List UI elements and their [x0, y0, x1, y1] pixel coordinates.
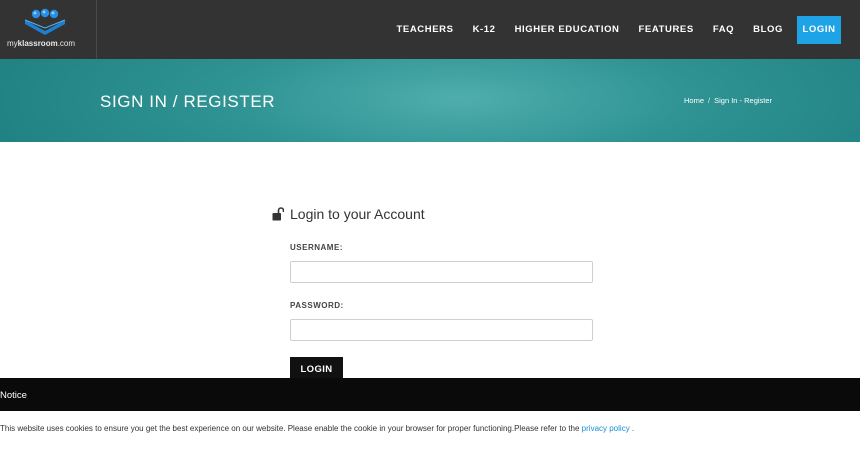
nav-teachers[interactable]: TEACHERS	[397, 24, 454, 35]
login-heading: Login to your Account	[272, 206, 425, 222]
lock-open-icon	[272, 207, 284, 221]
breadcrumb-separator: /	[708, 96, 711, 105]
nav-higher-education[interactable]: HIGHER EDUCATION	[515, 24, 620, 35]
nav-blog[interactable]: BLOG	[753, 24, 783, 35]
notice-title: Notice	[0, 390, 27, 401]
logo[interactable]: myklassroom.com	[5, 4, 85, 54]
breadcrumb-home[interactable]: Home	[684, 96, 704, 105]
page-banner: SIGN IN / REGISTER Home / Sign In - Regist…	[0, 59, 860, 142]
cookie-notice-body: This website uses cookies to ensure you …	[0, 411, 860, 450]
password-label: PASSWORD:	[290, 301, 344, 310]
breadcrumb-current: Sign In - Register	[714, 96, 773, 105]
username-label: USERNAME:	[290, 243, 343, 252]
privacy-policy-link[interactable]: privacy policy	[582, 424, 630, 433]
cookie-notice-header: Notice	[0, 378, 860, 411]
site-header: myklassroom.com TEACHERS K-12 HIGHER EDU…	[0, 0, 860, 59]
nav-features[interactable]: FEATURES	[639, 24, 694, 35]
password-input[interactable]	[290, 319, 593, 341]
nav-k12[interactable]: K-12	[473, 24, 496, 35]
logo-icon	[24, 8, 66, 35]
login-title: Login to your Account	[290, 206, 425, 222]
nav-faq[interactable]: FAQ	[713, 24, 734, 35]
page-title: SIGN IN / REGISTER	[100, 92, 276, 111]
notice-text: This website uses cookies to ensure you …	[0, 424, 635, 433]
breadcrumb: Home / Sign In - Register	[684, 96, 772, 105]
main-nav: TEACHERS K-12 HIGHER EDUCATION FEATURES …	[378, 0, 841, 59]
nav-login-button[interactable]: LOGIN	[797, 15, 841, 44]
header-divider	[96, 0, 97, 59]
username-input[interactable]	[290, 261, 593, 283]
logo-text: myklassroom.com	[7, 39, 76, 48]
